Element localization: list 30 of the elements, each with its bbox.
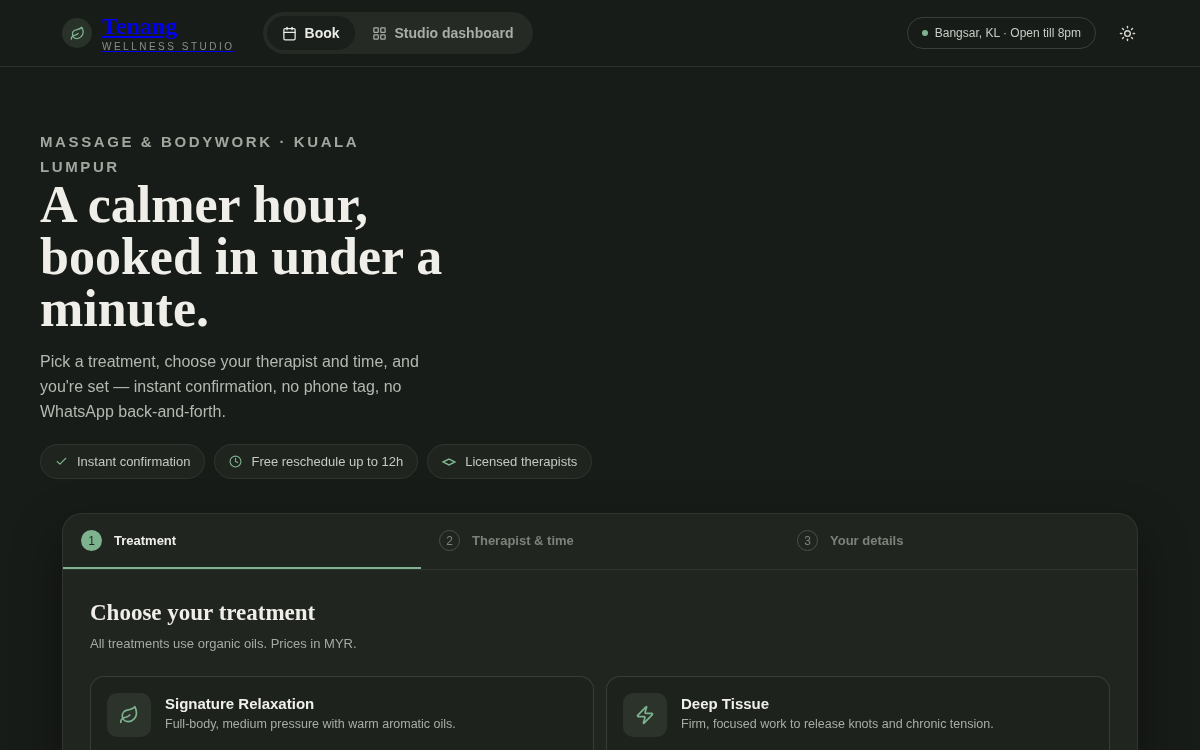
calendar-icon [281,25,297,41]
section-heading: Choose your treatment [90,599,317,627]
diamond-icon [442,457,457,466]
status-text: Bangsar, KL · Open till 8pm [934,25,1081,42]
leaf-icon [119,704,139,725]
hero-heading: A calmer hour, booked in under a minute. [40,179,444,335]
step-tab[interactable]: 1 Treatment [63,514,421,569]
logo-icon [62,18,92,48]
feature-chip-label: Free reschedule up to 12h [251,452,404,471]
step-number: 1 [81,530,102,551]
treatment-name: Signature Relaxation [165,693,316,714]
treatment-description: Full-body, medium pressure with warm aromatic oils. [165,715,456,733]
treatment-card[interactable]: Signature Relaxation Full-body, medium pressure with warm aromatic oils. [90,675,594,750]
clock-icon [229,455,243,468]
check-icon [55,455,68,468]
step-tab[interactable]: 2 Therapist & time [421,514,779,569]
section-subtitle: All treatments use organic oils. Prices in MYR. [90,635,358,653]
lightning-icon [635,704,655,725]
eyebrow-text: MASSAGE & BODYWORK · KUALA LUMPUR [40,132,360,177]
treatment-name: Deep Tissue [681,693,771,714]
treatment-description: Firm, focused work to release knots and chronic tension. [681,715,994,733]
step-tab[interactable]: 3 Your details [779,514,1137,569]
hero-description: Pick a treatment, choose your therapist and time, and you're set — instant confirmation, no phone tag, no WhatsApp back-and-forth. [40,352,420,422]
grid-icon [371,25,387,41]
brand-link[interactable]: Tenang WELLNESS STUDIO [102,13,235,53]
treatment-card[interactable]: Deep Tissue Firm, focused work to release knots and chronic tension. [606,675,1110,750]
nav-tab[interactable]: Studio dashboard [356,16,529,50]
feature-chip-label: Licensed therapists [465,452,578,471]
nav-tab[interactable]: Book [266,16,355,50]
feature-chip-label: Instant confirmation [77,452,191,471]
